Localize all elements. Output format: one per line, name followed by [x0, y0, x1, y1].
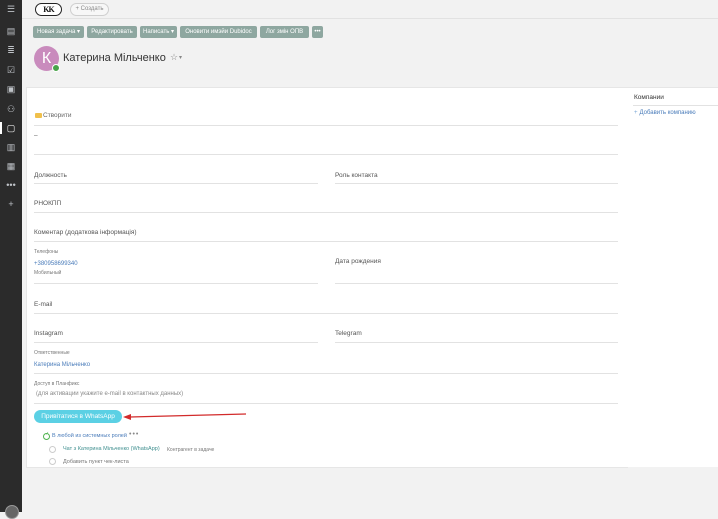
task-check-icon[interactable]: ☑ — [6, 65, 16, 75]
divider — [34, 212, 618, 213]
responsible-value[interactable]: Катерина Мільченко — [34, 362, 90, 368]
companies-panel: Компании + Добавить компанию — [626, 87, 718, 467]
dash-value: – — [34, 132, 38, 139]
opv-log-button[interactable]: Лог змін ОПВ — [260, 26, 309, 38]
add-company-link[interactable]: + Добавить компанию — [634, 110, 696, 116]
birthday-field[interactable]: Дата рождения — [335, 258, 381, 265]
active-indicator — [0, 122, 2, 134]
contact-role-field[interactable]: Роль контакта — [335, 172, 378, 179]
database-icon[interactable]: ≣ — [6, 45, 16, 55]
new-task-button[interactable]: Новая задача ▾ — [33, 26, 84, 38]
chevron-down-icon[interactable]: ▾ — [179, 54, 182, 61]
add-checklist-item[interactable]: Добавить пункт чек-листа — [63, 459, 129, 465]
position-field[interactable]: Должность — [34, 172, 67, 179]
more-dots-icon[interactable]: ••• — [6, 180, 16, 190]
phone-type: Мобильный — [34, 270, 62, 276]
documents-icon[interactable]: ▦ — [6, 161, 16, 171]
rnokpp-field[interactable]: РНОКПП — [34, 200, 61, 207]
divider — [34, 241, 618, 242]
responsible-label: Ответственные — [34, 350, 70, 356]
divider — [335, 342, 618, 343]
left-sidebar: ☰ ▤ ≣ ☑ ▣ ⚇ ▢ ▥ ▦ ••• + — [0, 0, 22, 519]
annotation-arrow — [123, 413, 247, 420]
online-status-icon — [52, 64, 60, 72]
top-bar: KK + Создать — [22, 0, 718, 19]
divider — [633, 105, 718, 106]
checklist-item-label[interactable]: Чат з Катерина Мільченко (WhatsApp) — [63, 446, 160, 452]
checklist-item-checkbox[interactable] — [49, 446, 56, 453]
add-icon[interactable]: + — [6, 199, 16, 209]
user-avatar[interactable] — [5, 505, 19, 519]
access-input[interactable]: (для активации укажите e-mail в контактн… — [36, 391, 183, 397]
write-button[interactable]: Написать ▾ — [140, 26, 177, 38]
access-label: Доступ в Планфикс — [34, 381, 80, 387]
plus-icon: + — [634, 110, 638, 116]
more-actions-button[interactable]: ••• — [312, 26, 323, 38]
whatsapp-greet-button[interactable]: Привітатися в WhatsApp — [34, 410, 122, 423]
telegram-field[interactable]: Telegram — [335, 330, 362, 337]
book-icon[interactable]: ▤ — [6, 26, 16, 36]
divider — [34, 403, 618, 404]
companies-title: Компании — [634, 94, 664, 101]
inbox-icon[interactable]: ▣ — [6, 84, 16, 94]
create-link[interactable]: Створити — [43, 112, 72, 119]
contact-name-title: Катерина Мільченко — [63, 52, 166, 64]
divider — [34, 283, 318, 284]
edit-button[interactable]: Редактировать — [87, 26, 137, 38]
divider — [34, 342, 318, 343]
contacts-icon[interactable]: ⚇ — [6, 104, 16, 114]
create-button[interactable]: + Создать — [70, 3, 109, 16]
divider — [34, 373, 618, 374]
hamburger-menu-icon[interactable]: ☰ — [6, 4, 16, 14]
checklist-more-dots-icon[interactable]: ••• — [129, 431, 139, 438]
divider — [335, 283, 618, 284]
checklist-add-checkbox[interactable] — [49, 458, 56, 465]
divider — [335, 183, 618, 184]
logo[interactable]: KK — [35, 3, 62, 16]
analytics-icon[interactable]: ▥ — [6, 142, 16, 152]
update-dubidoc-button[interactable]: Оновити имэйи Dubidoc — [180, 26, 257, 38]
phone-value[interactable]: +380958699340 — [34, 261, 78, 267]
checklist-group-label[interactable]: В любой из системных ролей — [52, 433, 127, 439]
checklist-group-check-icon[interactable] — [43, 431, 50, 440]
contact-form-panel: Створити – Должность Роль контакта РНОКП… — [26, 87, 628, 468]
folder-icon — [35, 113, 42, 118]
email-field[interactable]: E-mail — [34, 301, 52, 308]
add-company-label: Добавить компанию — [639, 110, 696, 116]
comment-field[interactable]: Коментар (додаткова інформація) — [34, 229, 137, 236]
favorite-star-icon[interactable]: ☆ — [170, 52, 178, 63]
checklist-item-note: Контрагент в задаче — [167, 447, 215, 453]
contact-card-icon[interactable]: ▢ — [6, 123, 16, 133]
divider — [34, 154, 618, 155]
instagram-field[interactable]: Instagram — [34, 330, 63, 337]
divider — [34, 125, 618, 126]
divider — [34, 313, 618, 314]
divider — [34, 183, 318, 184]
phones-label: Телефоны — [34, 249, 59, 255]
